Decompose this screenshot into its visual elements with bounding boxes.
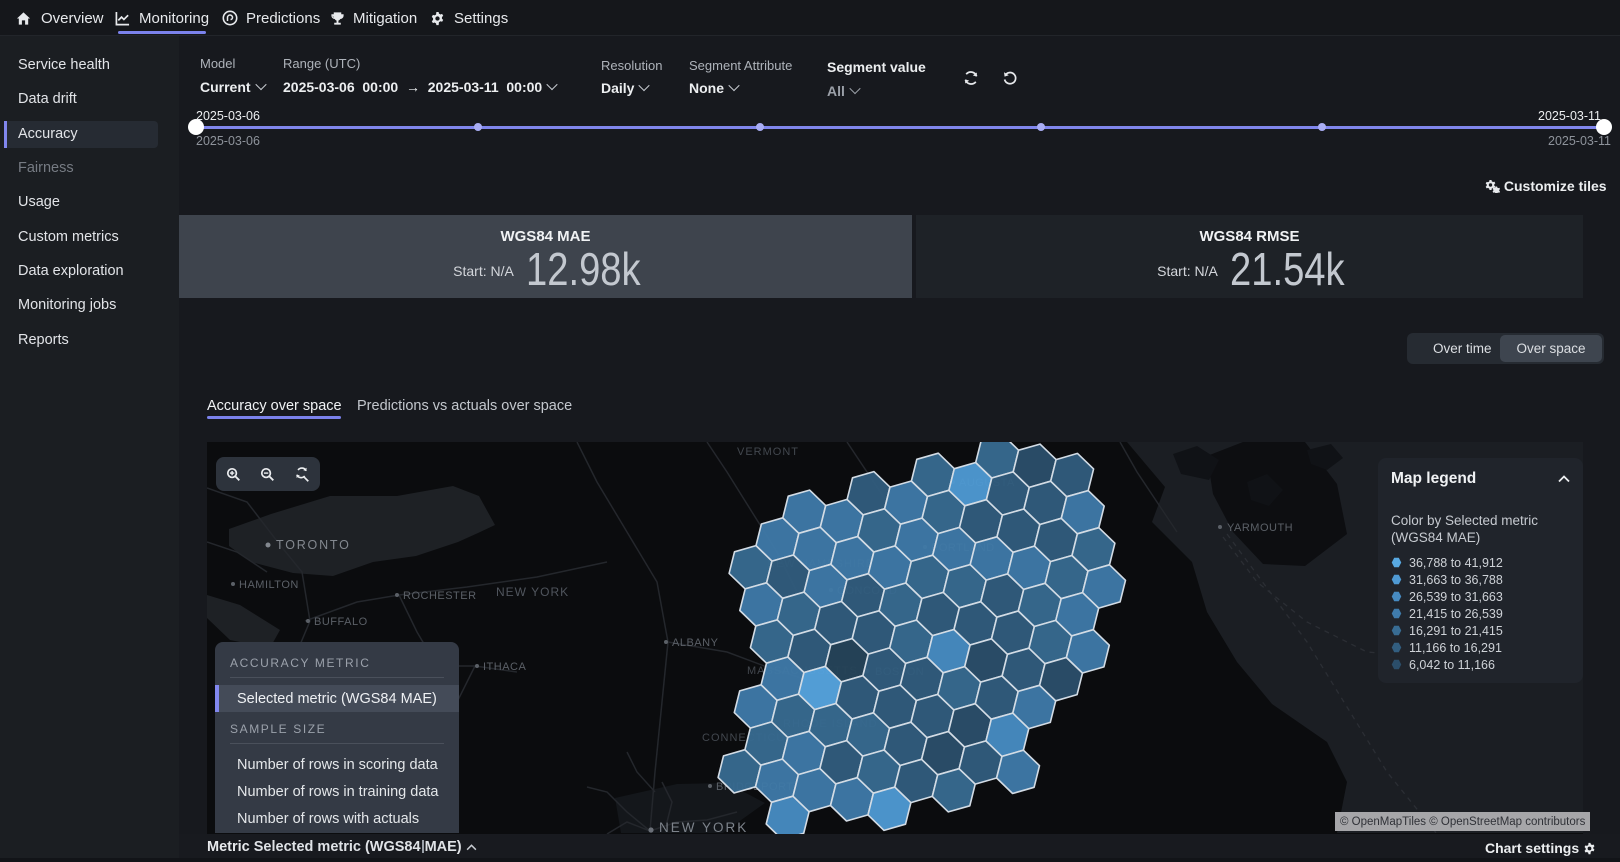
svg-text:NEW YORK: NEW YORK <box>659 820 748 834</box>
svg-text:ALBANY: ALBANY <box>672 637 719 649</box>
svg-text:BUFFALO: BUFFALO <box>314 616 368 628</box>
svg-text:VERMONT: VERMONT <box>737 446 799 458</box>
svg-text:YARMOUTH: YARMOUTH <box>1227 522 1293 534</box>
svg-text:TORONTO: TORONTO <box>276 538 351 552</box>
svg-text:NEW YORK: NEW YORK <box>496 585 569 599</box>
svg-text:ROCHESTER: ROCHESTER <box>403 590 477 602</box>
svg-text:HAMILTON: HAMILTON <box>239 579 299 591</box>
svg-text:ITHACA: ITHACA <box>483 661 527 673</box>
